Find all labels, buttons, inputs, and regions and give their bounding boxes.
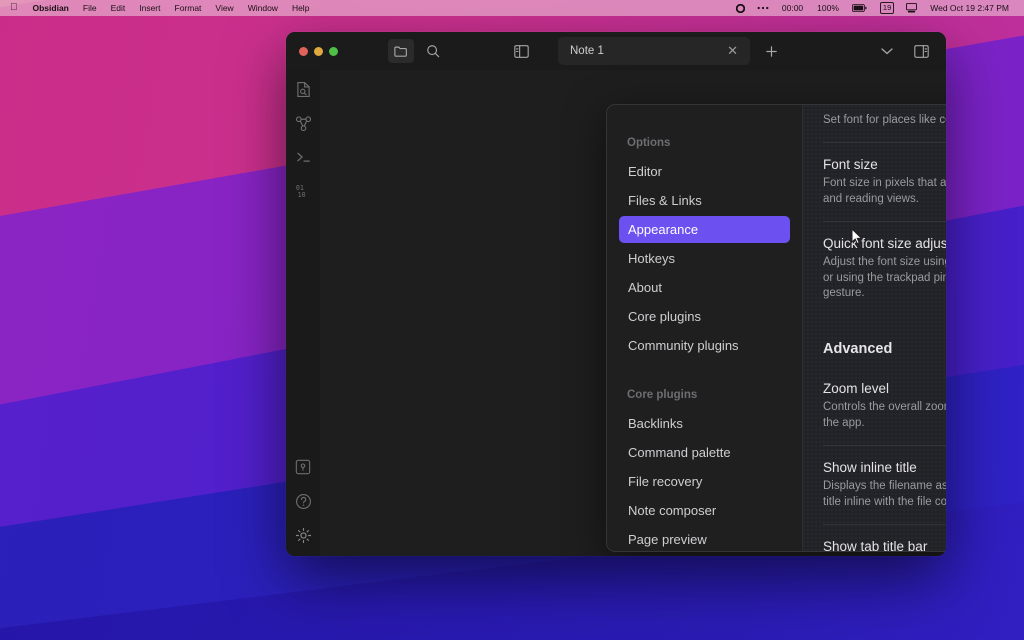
file-search-icon[interactable] (291, 78, 315, 100)
settings-row-quick-font-size-adjustment: Quick font size adjustment Adjust the fo… (823, 221, 946, 315)
window-titlebar: Note 1 ✕ (286, 32, 946, 70)
menu-item-view[interactable]: View (208, 0, 240, 16)
setting-description: Set font for places like code blocks and… (823, 114, 946, 126)
menu-datetime[interactable]: Wed Oct 19 2:47 PM (923, 0, 1016, 16)
day-badge[interactable]: 19 (874, 2, 900, 14)
menu-item-window[interactable]: Window (241, 0, 285, 16)
battery-full-icon[interactable] (846, 4, 874, 12)
close-icon[interactable]: ✕ (723, 43, 742, 59)
menu-item-insert[interactable]: Insert (132, 0, 167, 16)
settings-content: Manage ✕ Set font for places like code b… (803, 105, 946, 551)
settings-gear-icon[interactable] (291, 524, 315, 546)
minimize-window-button[interactable] (314, 46, 323, 56)
setting-info: Show inline title Displays the filename … (823, 460, 946, 510)
settings-row-font-size: Font size Font size in pixels that affec… (823, 143, 946, 221)
setting-title: Show tab title bar (823, 539, 928, 551)
battery-percent[interactable]: 100% (810, 0, 846, 16)
traffic-lights (286, 46, 338, 56)
chevron-down-icon[interactable] (874, 39, 900, 63)
menu-item-edit[interactable]: Edit (104, 0, 133, 16)
sidebar-left-icon[interactable] (508, 39, 534, 63)
sidebar-item-backlinks[interactable]: Backlinks (619, 410, 790, 437)
settings-row-zoom-level: Zoom level Controls the overall zoom lev… (823, 367, 946, 445)
help-icon[interactable] (291, 490, 315, 512)
svg-text:10: 10 (298, 191, 306, 199)
menu-item-file[interactable]: File (76, 0, 104, 16)
menu-item-format[interactable]: Format (168, 0, 209, 16)
close-window-button[interactable] (299, 46, 308, 56)
settings-modal: Options Editor Files & Links Appearance … (606, 104, 946, 552)
setting-description: Displays the filename as an editable tit… (823, 480, 946, 508)
settings-sidebar: Options Editor Files & Links Appearance … (607, 105, 803, 551)
sidebar-item-page-preview[interactable]: Page preview (619, 526, 790, 551)
binary-icon[interactable]: 01 10 (291, 180, 315, 202)
sidebar-item-about[interactable]: About (619, 274, 790, 301)
setting-title: Zoom level (823, 381, 890, 397)
sidebar-item-file-recovery[interactable]: File recovery (619, 468, 790, 495)
sidebar-item-editor[interactable]: Editor (619, 158, 790, 185)
settings-core-plugins-heading: Core plugins (627, 389, 698, 401)
menu-item-help[interactable]: Help (285, 0, 316, 16)
setting-title: Quick font size adjustment (823, 236, 946, 252)
menu-bar-left-group:  Obsidian File Edit Insert Format View … (0, 0, 316, 16)
macos-menu-bar:  Obsidian File Edit Insert Format View … (0, 0, 1024, 16)
setting-description: Font size in pixels that affects editing… (823, 177, 946, 205)
settings-options-heading: Options (627, 137, 671, 149)
sidebar-item-appearance[interactable]: Appearance (619, 216, 790, 243)
setting-info: Quick font size adjustment Adjust the fo… (823, 236, 946, 301)
setting-title: Show inline title (823, 460, 917, 476)
setting-description: Controls the overall zoom level of the a… (823, 401, 946, 429)
settings-row-font-partial: Set font for places like code blocks and… (823, 105, 946, 144)
screen-mirroring-icon[interactable] (900, 3, 923, 13)
sidebar-item-core-plugins[interactable]: Core plugins (619, 303, 790, 330)
left-ribbon: 01 10 (286, 70, 320, 556)
graph-view-icon[interactable] (291, 112, 315, 134)
settings-row-show-inline-title: Show inline title Displays the filename … (823, 445, 946, 524)
terminal-icon[interactable] (291, 146, 315, 168)
editor-tab[interactable]: Note 1 ✕ (558, 37, 750, 65)
vault-switch-icon[interactable] (291, 456, 315, 478)
advanced-section-heading: Advanced (823, 341, 893, 358)
plus-icon[interactable] (758, 39, 784, 63)
setting-info: Font size Font size in pixels that affec… (823, 157, 946, 207)
sidebar-item-community-plugins[interactable]: Community plugins (619, 332, 790, 359)
folder-icon[interactable] (388, 39, 414, 63)
setting-info: Zoom level Controls the overall zoom lev… (823, 381, 946, 431)
search-icon[interactable] (420, 39, 446, 63)
menu-timer[interactable]: 00:00 (775, 0, 810, 16)
tab-title-label: Note 1 (570, 45, 604, 57)
menu-bar-status-group: 00:00 100% 19 Wed Oct 19 2:47 PM (730, 0, 1024, 16)
ribbon-bottom-group (291, 456, 315, 556)
ellipsis-icon[interactable] (751, 6, 775, 10)
obsidian-window: Note 1 ✕ 01 10 Options Editor Files & Li… (286, 32, 946, 556)
titlebar-right-tools (874, 39, 946, 63)
sidebar-item-command-palette[interactable]: Command palette (619, 439, 790, 466)
sidebar-item-files-and-links[interactable]: Files & Links (619, 187, 790, 214)
apple-logo-icon[interactable]:  (8, 0, 26, 16)
setting-info: Show tab title bar Display the header at… (823, 539, 946, 551)
setting-title: Font size (823, 157, 878, 173)
sidebar-item-hotkeys[interactable]: Hotkeys (619, 245, 790, 272)
sidebar-item-note-composer[interactable]: Note composer (619, 497, 790, 524)
setting-description: Adjust the font size using Ctrl + Scroll… (823, 256, 946, 300)
menu-app-name[interactable]: Obsidian (26, 0, 76, 16)
day-badge-label: 19 (879, 2, 895, 14)
titlebar-left-tools (388, 39, 446, 63)
sidebar-right-icon[interactable] (908, 39, 934, 63)
settings-row-show-tab-title-bar: Show tab title bar Display the header at… (823, 524, 946, 551)
record-circle-icon[interactable] (730, 3, 751, 13)
zoom-window-button[interactable] (329, 46, 338, 56)
